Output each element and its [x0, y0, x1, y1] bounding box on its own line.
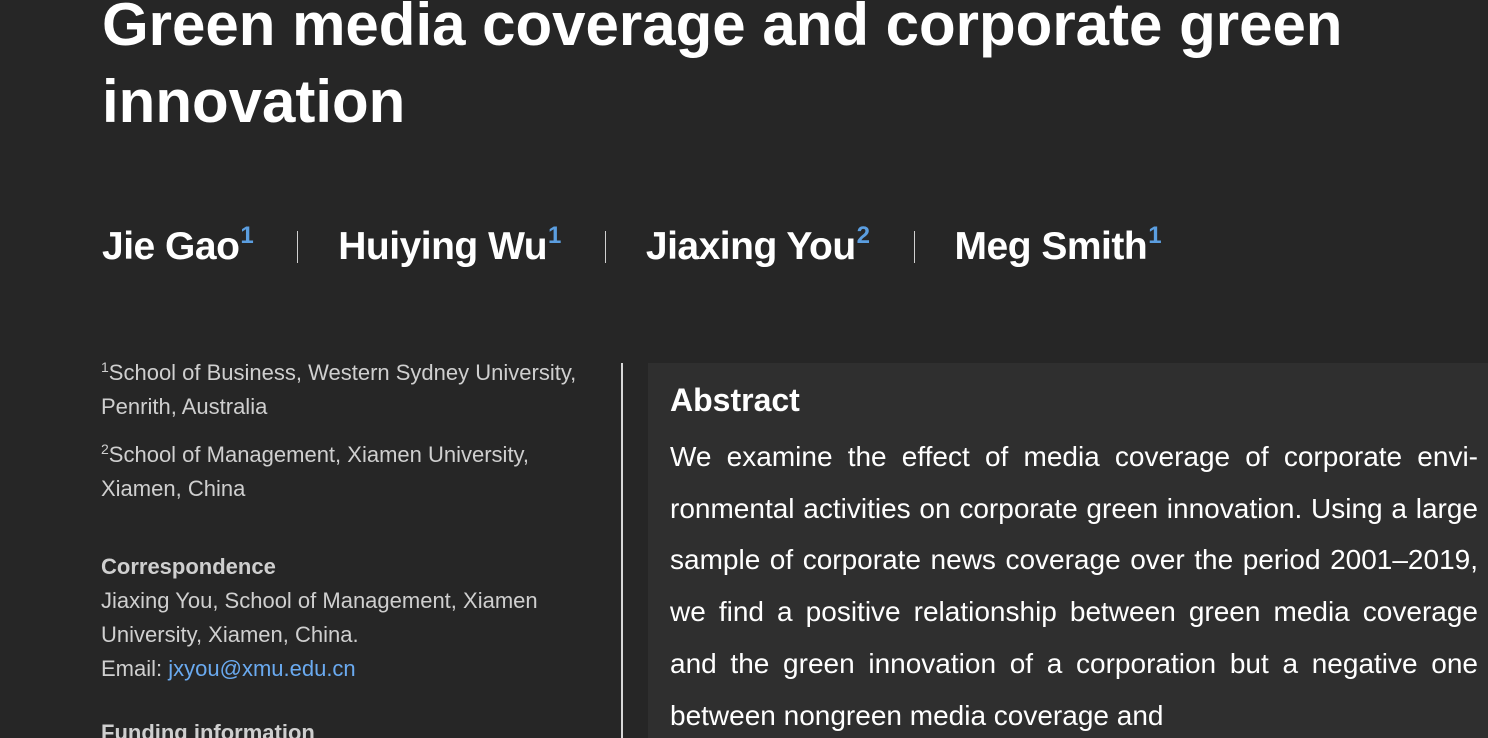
- affiliation-marker[interactable]: 1: [548, 222, 561, 249]
- author-name[interactable]: Jiaxing You2: [645, 222, 870, 269]
- correspondence-text: Jiaxing You, School of Management, Xiame…: [101, 588, 538, 647]
- affiliation-marker[interactable]: 2: [857, 222, 870, 249]
- correspondence-heading: Correspondence: [101, 554, 276, 579]
- email-link[interactable]: jxyou@xmu.edu.cn: [168, 656, 355, 681]
- affiliation-1: 1School of Business, Western Sydney Univ…: [101, 356, 581, 424]
- affiliation-2: 2School of Management, Xiamen University…: [101, 438, 581, 506]
- author-separator: [913, 231, 915, 263]
- author-name[interactable]: Huiying Wu1: [338, 222, 561, 269]
- author-name[interactable]: Meg Smith1: [954, 222, 1162, 269]
- affiliation-number: 2: [101, 441, 109, 457]
- email-label: Email:: [101, 656, 169, 681]
- affiliation-text: School of Business, Western Sydney Unive…: [101, 360, 577, 419]
- affiliation-text: School of Management, Xiamen University,…: [101, 442, 530, 501]
- article-title: Green media coverage and corporate green…: [102, 0, 1343, 135]
- article-info-sidebar: 1School of Business, Western Sydney Univ…: [101, 356, 581, 738]
- author-name-text: Jiaxing You: [645, 225, 856, 268]
- author-name-text: Meg Smith: [954, 225, 1148, 268]
- affiliation-number: 1: [101, 359, 109, 375]
- affiliation-marker[interactable]: 1: [240, 222, 253, 249]
- abstract-text: We examine the effect of media coverage …: [670, 441, 1478, 731]
- affiliation-marker[interactable]: 1: [1148, 222, 1161, 249]
- author-separator: [297, 231, 299, 263]
- correspondence-email-line: Email: jxyou@xmu.edu.cn: [101, 652, 581, 686]
- author-list: Jie Gao1 Huiying Wu1 Jiaxing You2 Meg Sm…: [102, 222, 1162, 272]
- author-separator: [604, 231, 606, 263]
- article-page: Green media coverage and corporate green…: [0, 0, 1488, 738]
- author-name[interactable]: Jie Gao1: [102, 222, 254, 269]
- funding-heading: Funding information: [101, 720, 315, 738]
- abstract-heading: Abstract: [670, 382, 800, 418]
- author-name-text: Jie Gao: [102, 225, 240, 268]
- column-divider: [621, 363, 623, 738]
- author-name-text: Huiying Wu: [338, 225, 548, 268]
